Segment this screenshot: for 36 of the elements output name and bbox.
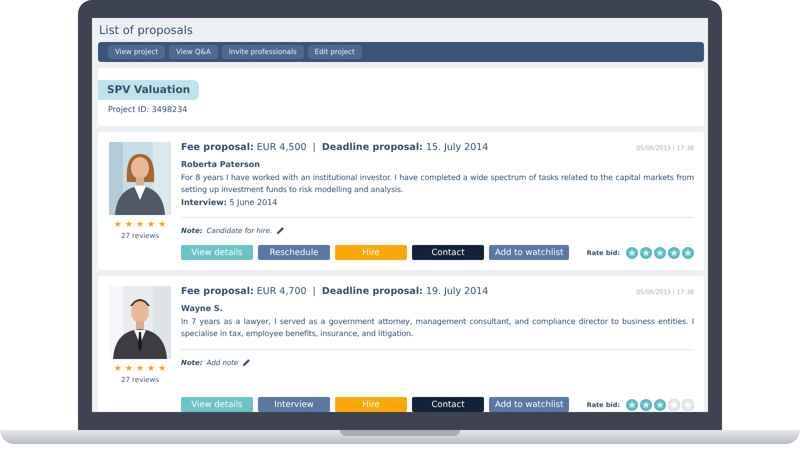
rating-star-icon[interactable] [626, 398, 638, 410]
proposal-summary: Fee proposal: EUR 4,500 | Deadline proposal: 15. July 2014 [181, 142, 488, 153]
rating-star-icon[interactable] [640, 398, 652, 410]
candidate-name: Wayne S. [181, 304, 224, 313]
rating-star-icon[interactable] [668, 398, 680, 410]
action-button[interactable]: Reschedule [258, 245, 330, 260]
star-icon: ★ [114, 221, 122, 230]
action-button[interactable]: Contact [412, 397, 484, 412]
rating-star-icon[interactable] [682, 398, 694, 410]
rating-star-icon[interactable] [654, 398, 666, 410]
proposal-summary: Fee proposal: EUR 4,700 | Deadline proposal: 19. July 2014 [181, 286, 488, 297]
rating-star-icon[interactable] [668, 246, 680, 258]
star-icon: ★ [124, 221, 133, 230]
star-icon: ★ [114, 365, 122, 374]
action-button[interactable]: Add to watchlist [489, 245, 570, 260]
action-button[interactable]: Contact [412, 245, 484, 260]
star-icon: ★ [147, 365, 156, 374]
page-title: List of proposals [98, 23, 194, 37]
candidate-name: Roberta Paterson [181, 160, 261, 169]
action-button[interactable]: Interview [258, 397, 330, 412]
star-icon: ★ [158, 221, 166, 230]
rating-star-icon[interactable] [640, 246, 652, 258]
star-icon: ★ [136, 221, 144, 230]
action-button[interactable]: Add to watchlist [489, 397, 570, 412]
star-icon: ★ [158, 365, 166, 374]
pencil-icon[interactable] [276, 226, 286, 235]
project-id: Project ID: 3498234 [107, 105, 188, 114]
star-icon: ★ [147, 221, 156, 230]
rating-star-icon[interactable] [626, 246, 638, 258]
pencil-icon[interactable] [242, 358, 252, 367]
interview-date: Interview: 5 June 2014 [181, 198, 278, 207]
rating-star-icon[interactable] [654, 246, 666, 258]
project-name: SPV Valuation [98, 80, 200, 100]
star-icon: ★ [124, 365, 133, 374]
rating-star-icon[interactable] [682, 246, 694, 258]
star-icon: ★ [136, 365, 144, 374]
